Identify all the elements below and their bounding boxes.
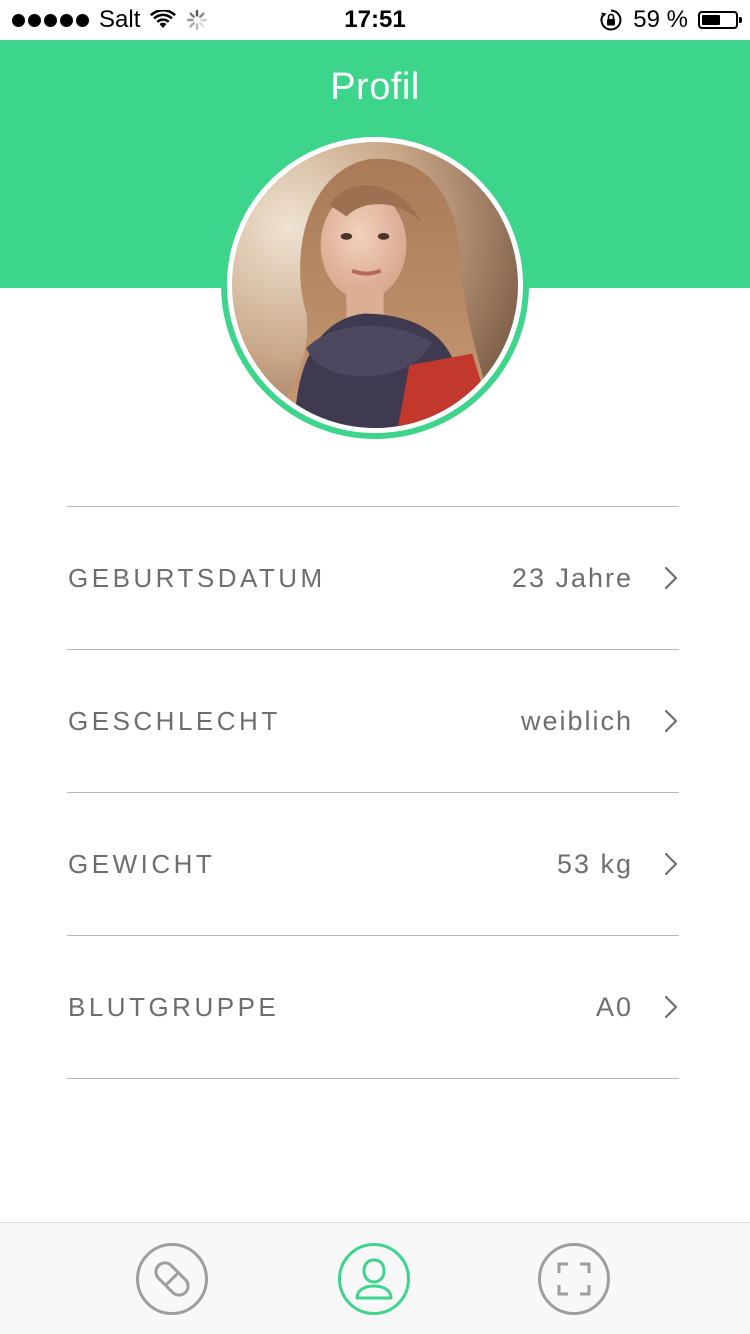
tab-profile[interactable] [338, 1243, 410, 1315]
scan-frame-icon [557, 1262, 591, 1296]
birthdate-value: 23 Jahre [511, 563, 633, 593]
chevron-right-icon [664, 709, 678, 733]
signal-dots-icon [12, 13, 89, 27]
wifi-icon [150, 10, 177, 28]
blood-type-label: BLUTGRUPPE [68, 992, 280, 1022]
chevron-right-icon [664, 852, 678, 876]
rotation-lock-icon [600, 9, 622, 31]
chevron-right-icon [664, 566, 678, 590]
weight-value: 53 kg [556, 849, 633, 879]
profile-photo [227, 137, 523, 433]
tab-pills[interactable] [136, 1243, 208, 1315]
birthdate-row[interactable]: GEBURTSDATUM 23 Jahre [67, 507, 679, 650]
weight-row[interactable]: GEWICHT 53 kg [67, 793, 679, 936]
blood-type-value: A0 [595, 992, 633, 1022]
gender-label: GESCHLECHT [68, 706, 281, 736]
battery-icon [698, 11, 742, 29]
page-title: Profil [330, 66, 420, 108]
gender-row[interactable]: GESCHLECHT weiblich [67, 650, 679, 793]
tab-scan[interactable] [538, 1243, 610, 1315]
tab-bar [0, 1222, 750, 1334]
carrier-name: Salt [99, 6, 141, 33]
weight-label: GEWICHT [68, 849, 216, 879]
birthdate-label: GEBURTSDATUM [68, 563, 326, 593]
pill-icon [154, 1261, 190, 1297]
activity-spinner-icon [187, 9, 208, 31]
battery-percent: 59 % [633, 6, 688, 33]
status-bar: Salt 17:51 59 % [0, 0, 750, 40]
user-icon [355, 1258, 393, 1300]
chevron-right-icon [664, 995, 678, 1019]
profile-photo-image [232, 142, 518, 428]
avatar[interactable] [221, 131, 529, 439]
status-bar-right: 59 % [599, 0, 742, 40]
status-bar-left: Salt [12, 0, 208, 40]
profile-list: GEBURTSDATUM 23 Jahre GESCHLECHT weiblic… [67, 506, 679, 1079]
blood-type-row[interactable]: BLUTGRUPPE A0 [67, 936, 679, 1079]
gender-value: weiblich [520, 706, 633, 736]
